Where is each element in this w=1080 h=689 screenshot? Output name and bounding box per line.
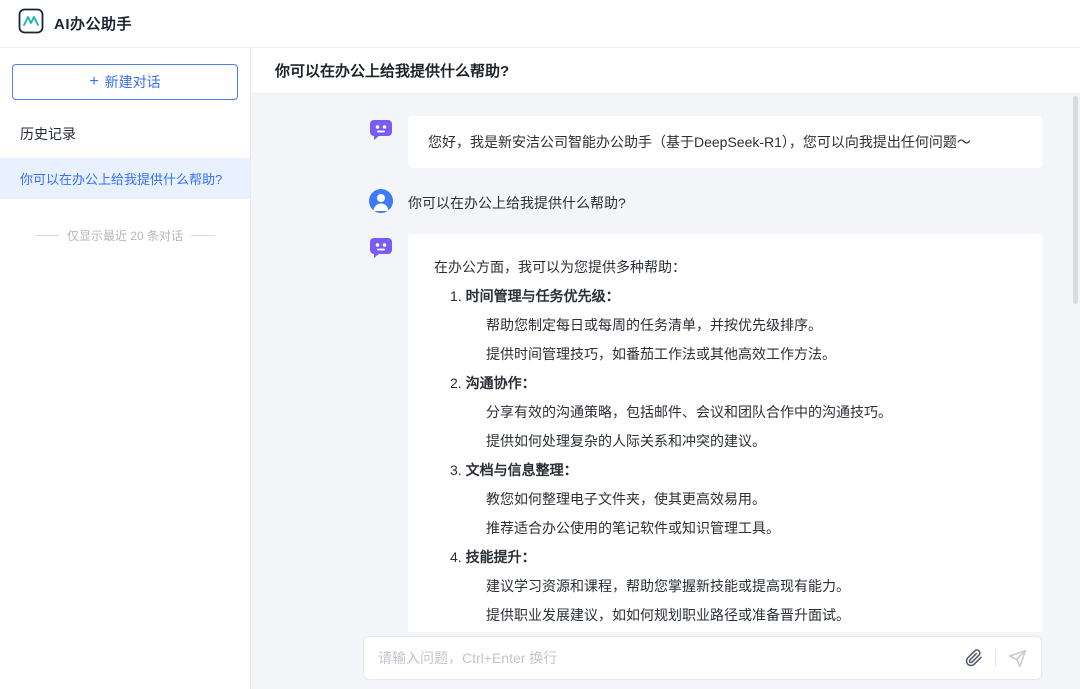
answer-item-detail: 建议学习资源和课程，帮助您掌握新技能或提高现有能力。 xyxy=(486,572,1016,601)
answer-item-title: 技能提升： xyxy=(466,549,536,565)
send-icon[interactable] xyxy=(1008,649,1027,668)
answer-item-title: 时间管理与任务优先级： xyxy=(466,288,620,304)
composer xyxy=(251,632,1080,689)
answer-item: 4. 技能提升： 建议学习资源和课程，帮助您掌握新技能或提高现有能力。提供职业发展… xyxy=(450,543,1016,630)
assistant-message-row: 您好，我是新安洁公司智能办公助手（基于DeepSeek-R1），您可以向我提出任… xyxy=(368,116,1042,168)
sidebar: + 新建对话 历史记录 你可以在办公上给我提供什么帮助? 仅显示最近 20 条对… xyxy=(0,48,251,689)
assistant-avatar-icon xyxy=(368,234,394,260)
answer-item-title: 文档与信息整理： xyxy=(466,462,578,478)
answer-item-number: 2. xyxy=(450,375,466,391)
chat-area: 您好，我是新安洁公司智能办公助手（基于DeepSeek-R1），您可以向我提出任… xyxy=(251,94,1080,632)
answer-item-number: 1. xyxy=(450,288,466,304)
history-section-title: 历史记录 xyxy=(20,124,230,144)
scrollbar-thumb[interactable] xyxy=(1073,96,1078,304)
answer-item-number: 4. xyxy=(450,549,466,565)
answer-item: 2. 沟通协作： 分享有效的沟通策略，包括邮件、会议和团队合作中的沟通技巧。提供如… xyxy=(450,369,1016,456)
app-logo-icon xyxy=(18,8,44,39)
answer-item-number: 3. xyxy=(450,462,466,478)
new-chat-button[interactable]: + 新建对话 xyxy=(12,64,238,100)
history-item[interactable]: 你可以在办公上给我提供什么帮助? xyxy=(0,158,250,199)
user-question-message: 你可以在办公上给我提供什么帮助? xyxy=(408,188,626,213)
user-message-row: 你可以在办公上给我提供什么帮助? xyxy=(368,188,1042,214)
assistant-message-row: 在办公方面，我可以为您提供多种帮助： 1. 时间管理与任务优先级： 帮助您制定每日… xyxy=(368,234,1042,632)
answer-intro: 在办公方面，我可以为您提供多种帮助： xyxy=(434,253,1016,282)
app-window: AI办公助手 + 新建对话 历史记录 你可以在办公上给我提供什么帮助? 仅显示最… xyxy=(0,0,1080,689)
app-title: AI办公助手 xyxy=(54,13,132,34)
assistant-avatar-icon xyxy=(368,116,394,142)
answer-item-detail: 提供时间管理技巧，如番茄工作法或其他高效工作方法。 xyxy=(486,340,1016,369)
conversation-title: 你可以在办公上给我提供什么帮助? xyxy=(275,60,509,81)
assistant-answer-message: 在办公方面，我可以为您提供多种帮助： 1. 时间管理与任务优先级： 帮助您制定每日… xyxy=(408,234,1042,632)
answer-item-detail: 帮助您制定每日或每周的任务清单，并按优先级排序。 xyxy=(486,311,1016,340)
conversation-header: 你可以在办公上给我提供什么帮助? xyxy=(251,48,1080,94)
answer-item-detail: 推荐适合办公使用的笔记软件或知识管理工具。 xyxy=(486,514,1016,543)
plus-icon: + xyxy=(89,74,98,90)
message-input[interactable] xyxy=(378,650,953,666)
app-body: + 新建对话 历史记录 你可以在办公上给我提供什么帮助? 仅显示最近 20 条对… xyxy=(0,48,1080,689)
assistant-greeting-message: 您好，我是新安洁公司智能办公助手（基于DeepSeek-R1），您可以向我提出任… xyxy=(408,116,1042,168)
user-avatar-icon xyxy=(368,188,394,214)
divider-line xyxy=(35,235,59,236)
attachment-paperclip-icon[interactable] xyxy=(965,649,983,667)
answer-item: 3. 文档与信息整理： 教您如何整理电子文件夹，使其更高效易用。推荐适合办公使用的… xyxy=(450,456,1016,543)
answer-item-detail: 教您如何整理电子文件夹，使其更高效易用。 xyxy=(486,485,1016,514)
answer-item: 1. 时间管理与任务优先级： 帮助您制定每日或每周的任务清单，并按优先级排序。提供… xyxy=(450,282,1016,369)
top-header: AI办公助手 xyxy=(0,0,1080,48)
main-panel: 你可以在办公上给我提供什么帮助? 您好，我是新安洁公司智能办公助手（基于Deep… xyxy=(251,48,1080,689)
composer-divider xyxy=(995,649,996,667)
answer-item-detail: 分享有效的沟通策略，包括邮件、会议和团队合作中的沟通技巧。 xyxy=(486,398,1016,427)
history-limit-text: 仅显示最近 20 条对话 xyxy=(67,227,183,244)
answer-list: 1. 时间管理与任务优先级： 帮助您制定每日或每周的任务清单，并按优先级排序。提供… xyxy=(434,282,1016,632)
answer-item-detail: 提供职业发展建议，如如何规划职业路径或准备晋升面试。 xyxy=(486,601,1016,630)
answer-item-detail: 提供如何处理复杂的人际关系和冲突的建议。 xyxy=(486,427,1016,456)
history-list: 你可以在办公上给我提供什么帮助? xyxy=(12,158,238,199)
history-limit-note: 仅显示最近 20 条对话 xyxy=(12,227,238,244)
message-input-box xyxy=(363,636,1042,680)
answer-item-title: 沟通协作： xyxy=(466,375,536,391)
new-chat-label: 新建对话 xyxy=(105,72,161,92)
divider-line xyxy=(191,235,215,236)
